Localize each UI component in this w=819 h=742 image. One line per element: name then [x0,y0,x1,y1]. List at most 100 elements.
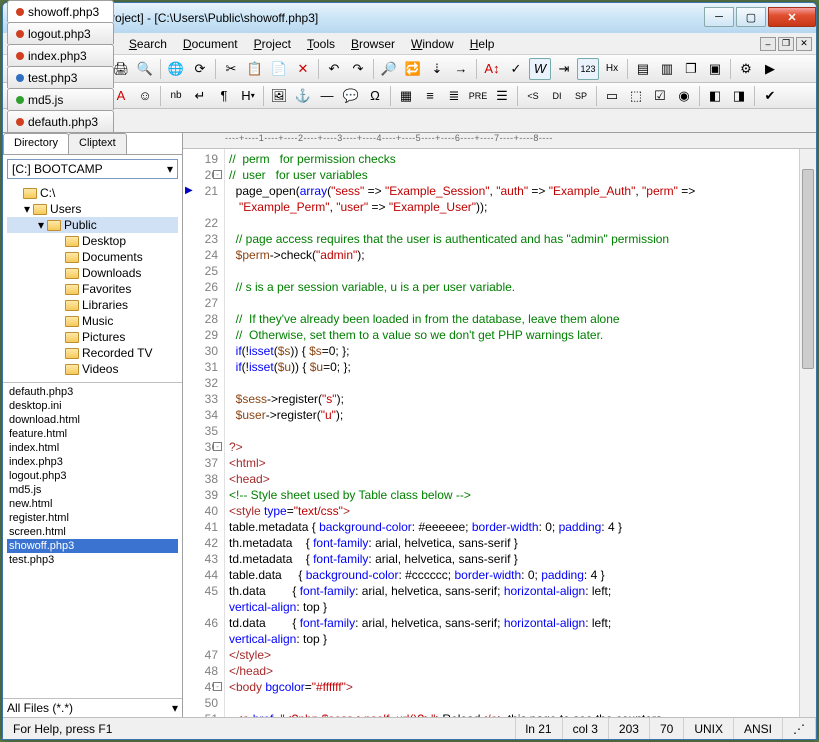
radio-button[interactable]: ◉ [673,85,695,107]
hr-button[interactable]: — [316,85,338,107]
code-area[interactable]: 1920-▶21222324252627282930313233343536-3… [183,149,816,717]
sidebar-tab-directory[interactable]: Directory [3,133,69,154]
resize-grip[interactable]: ⋰ [783,718,816,739]
file-item[interactable]: download.html [7,413,178,427]
menu-help[interactable]: Help [462,35,503,53]
redo-button[interactable]: ↷ [347,58,369,80]
tree-item[interactable]: Documents [7,249,178,265]
tree-item[interactable]: Recorded TV [7,345,178,361]
expand-icon[interactable]: ▾ [38,218,44,232]
file-item[interactable]: screen.html [7,525,178,539]
script-button[interactable]: <S [522,85,544,107]
break-button[interactable]: ↵ [189,85,211,107]
validate-button[interactable]: ✔ [759,85,781,107]
anchor-button[interactable]: ⚓ [292,85,314,107]
emoji-button[interactable]: ☺ [134,85,156,107]
document-tab[interactable]: showoff.php3 [7,0,114,22]
delete-button[interactable]: ✕ [292,58,314,80]
div-button[interactable]: DI [546,85,568,107]
file-filter[interactable]: All Files (*.*) ▾ [3,698,182,717]
mdi-close-button[interactable]: ✕ [796,37,812,51]
replace-button[interactable]: 🔁 [402,58,424,80]
object-button[interactable]: ◧ [704,85,726,107]
find-next-button[interactable]: ⇣ [426,58,448,80]
file-item[interactable]: test.php3 [7,553,178,567]
tree-item[interactable]: C:\ [7,185,178,201]
tree-item[interactable]: Favorites [7,281,178,297]
menu-tools[interactable]: Tools [299,35,343,53]
paste-button[interactable]: 📄 [268,58,290,80]
file-item[interactable]: register.html [7,511,178,525]
left-button[interactable]: ≣ [443,85,465,107]
tile-h-button[interactable]: ▤ [632,58,654,80]
print-preview-button[interactable]: 🔍 [134,58,156,80]
document-tab[interactable]: md5.js [7,88,114,110]
fold-icon[interactable]: - [213,442,222,451]
scrollbar-thumb[interactable] [802,169,814,369]
file-item[interactable]: logout.php3 [7,469,178,483]
document-tab[interactable]: defauth.php3 [7,110,114,132]
browser-button[interactable]: 🌐 [165,58,187,80]
file-item[interactable]: feature.html [7,427,178,441]
tree-item[interactable]: Music [7,313,178,329]
menu-document[interactable]: Document [175,35,246,53]
find-button[interactable]: 🔎 [378,58,400,80]
file-item[interactable]: md5.js [7,483,178,497]
sidebar-tab-cliptext[interactable]: Cliptext [68,133,127,154]
file-item[interactable]: new.html [7,497,178,511]
menu-browser[interactable]: Browser [343,35,403,53]
center-button[interactable]: ≡ [419,85,441,107]
document-tab[interactable]: index.php3 [7,44,114,66]
fullscreen-button[interactable]: ▣ [704,58,726,80]
tree-item[interactable]: ▾Users [7,201,178,217]
menu-search[interactable]: Search [121,35,175,53]
span-button[interactable]: SP [570,85,592,107]
heading-button[interactable]: H▾ [237,85,259,107]
file-item[interactable]: index.php3 [7,455,178,469]
nbsp-button[interactable]: nb [165,85,187,107]
comment-button[interactable]: 💬 [340,85,362,107]
document-tab[interactable]: test.php3 [7,66,114,88]
file-item[interactable]: index.html [7,441,178,455]
pre-button[interactable]: PRE [467,85,489,107]
form-button[interactable]: ▭ [601,85,623,107]
char-button[interactable]: Ω [364,85,386,107]
close-button[interactable]: ✕ [768,7,816,27]
file-item[interactable]: showoff.php3 [7,539,178,553]
minimize-button[interactable]: ─ [704,7,734,27]
document-tab[interactable]: logout.php3 [7,22,114,44]
tree-item[interactable]: Downloads [7,265,178,281]
menu-project[interactable]: Project [246,35,299,53]
mdi-minimize-button[interactable]: – [760,37,776,51]
checkbox-button[interactable]: ☑ [649,85,671,107]
paragraph-button[interactable]: ¶ [213,85,235,107]
tree-item[interactable]: Desktop [7,233,178,249]
applet-button[interactable]: ◨ [728,85,750,107]
folder-tree[interactable]: C:\▾Users▾PublicDesktopDocumentsDownload… [3,183,182,383]
auto-indent-button[interactable]: ⇥ [553,58,575,80]
code-text[interactable]: // perm for permission checks// user for… [225,149,816,717]
mdi-restore-button[interactable]: ❐ [778,37,794,51]
titlebar[interactable]: EditPlus [My Project] - [C:\Users\Public… [3,3,816,33]
font-button[interactable]: A↕ [481,58,503,80]
refresh-button[interactable]: ⟳ [189,58,211,80]
file-item[interactable]: defauth.php3 [7,385,178,399]
table-button[interactable]: ▦ [395,85,417,107]
settings-button[interactable]: ⚙ [735,58,757,80]
line-number-button[interactable]: 123 [577,58,599,80]
list-button[interactable]: ☰ [491,85,513,107]
vertical-scrollbar[interactable] [799,149,816,717]
hex-button[interactable]: Hx [601,58,623,80]
expand-icon[interactable]: ▾ [24,202,30,216]
file-item[interactable]: desktop.ini [7,399,178,413]
copy-button[interactable]: 📋 [244,58,266,80]
tree-item[interactable]: Videos [7,361,178,377]
menu-window[interactable]: Window [403,35,462,53]
fold-icon[interactable]: - [213,170,222,179]
run-button[interactable]: ▶ [759,58,781,80]
tree-item[interactable]: ▾Public [7,217,178,233]
tree-item[interactable]: Libraries [7,297,178,313]
tree-item[interactable]: Pictures [7,329,178,345]
cascade-button[interactable]: ❐ [680,58,702,80]
tile-v-button[interactable]: ▥ [656,58,678,80]
